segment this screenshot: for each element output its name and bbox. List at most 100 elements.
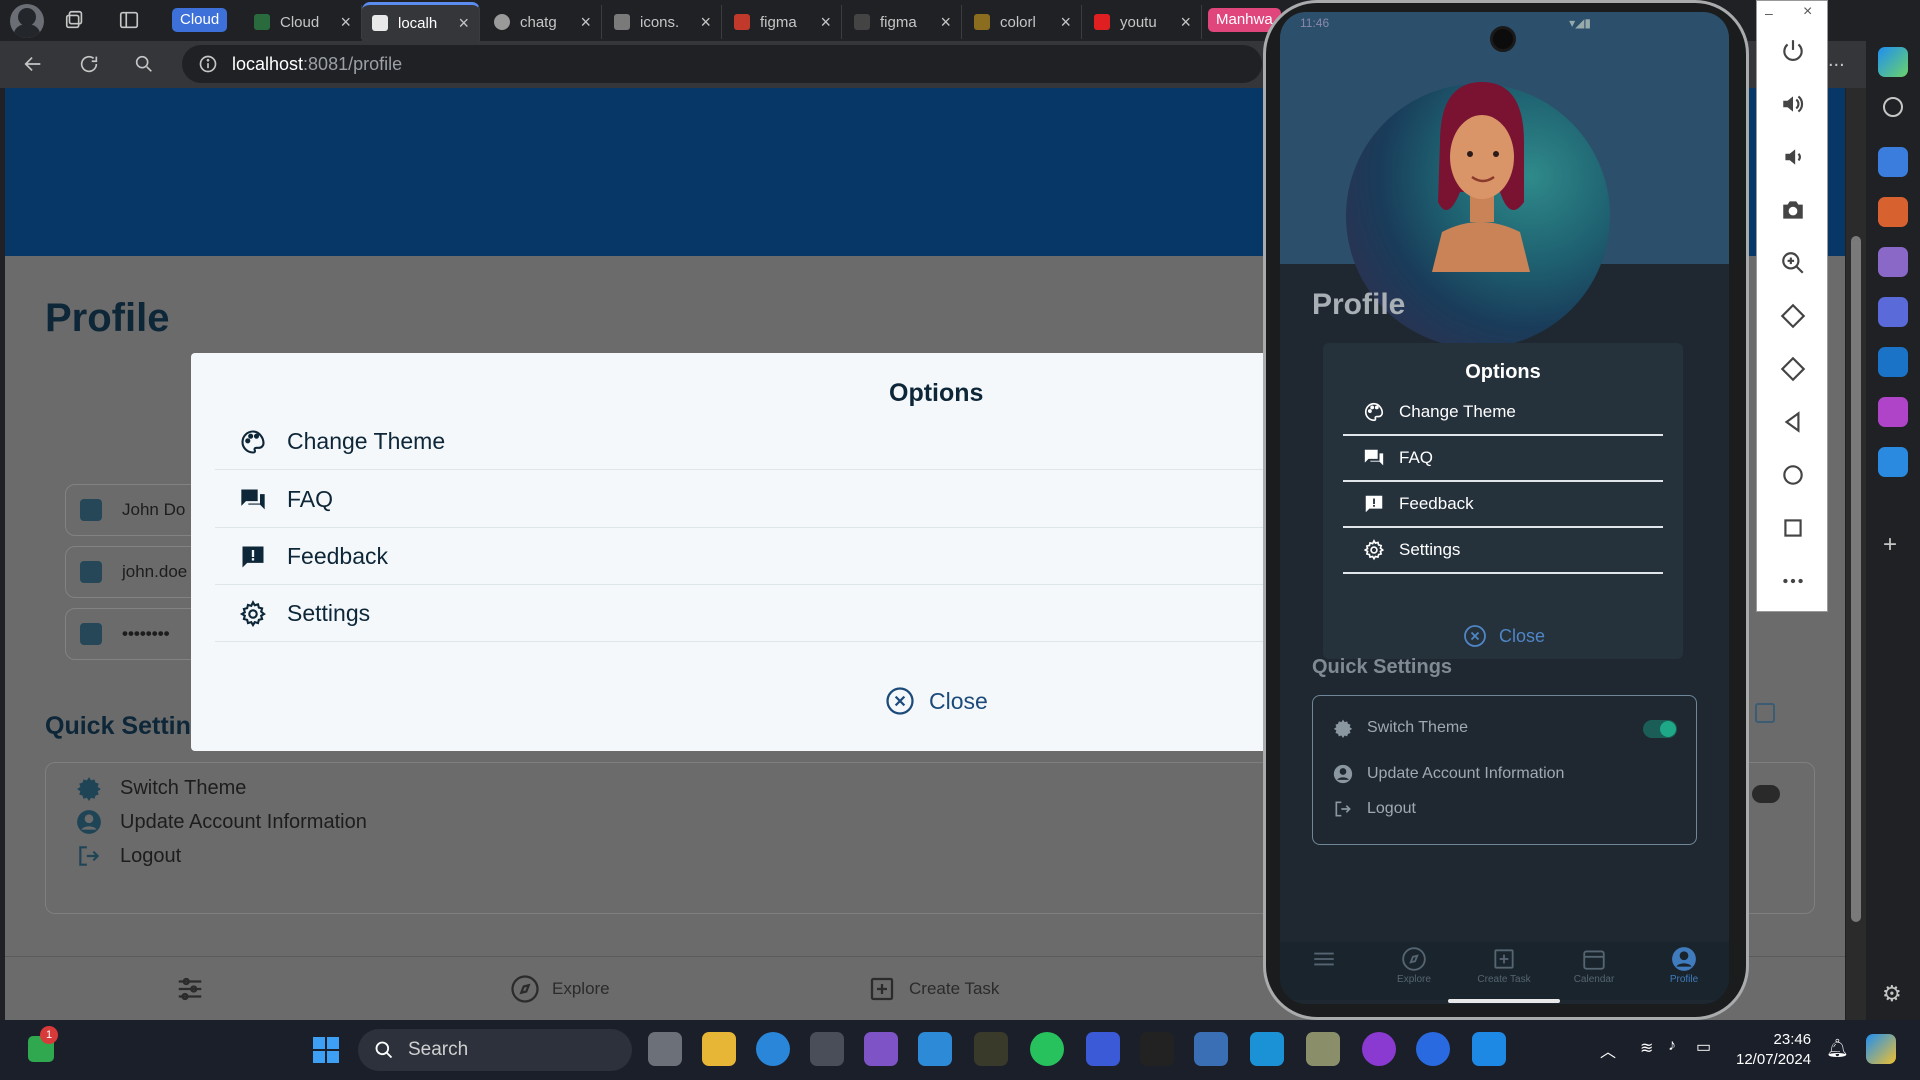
close-tab-icon[interactable]: × [340,12,351,33]
feedback-option[interactable]: Feedback [215,529,1291,585]
more-icon[interactable] [1757,555,1829,607]
notifications-bell-icon[interactable]: 🔔︎ [1826,1038,1849,1059]
reload-icon[interactable] [78,53,100,75]
nav-create-task[interactable]: Create Task [1464,946,1544,985]
taskbar-search[interactable]: Search [358,1029,632,1071]
browser-profile-avatar[interactable] [10,4,44,38]
back-icon[interactable] [1757,396,1829,448]
tray-chevron-icon[interactable]: ︿ [1600,1038,1616,1062]
close-tab-icon[interactable]: × [1060,12,1071,33]
close-tab-icon[interactable]: × [940,12,951,33]
home-indicator[interactable] [1448,999,1560,1003]
app-store-icon[interactable] [1416,1032,1450,1066]
close-button[interactable]: Close [885,686,988,716]
edit-icon[interactable] [1755,703,1775,723]
tab-localhost[interactable]: localh × [362,2,480,41]
tab-colors[interactable]: colorl × [964,5,1082,39]
volume-icon[interactable]: ♪ [1668,1037,1676,1055]
microsoft-365-icon[interactable] [1878,297,1908,327]
emulator-app-icon[interactable] [1472,1032,1506,1066]
close-tab-icon[interactable]: × [700,12,711,33]
tab-icons[interactable]: icons. × [604,5,722,39]
add-sidebar-app-icon[interactable]: + [1883,531,1897,559]
nav-filters[interactable] [1284,946,1364,974]
close-tab-icon[interactable]: × [1180,12,1191,33]
clock[interactable]: 23:46 12/07/2024 [1736,1030,1811,1070]
emulator-close[interactable]: × [1803,3,1812,21]
home-icon[interactable] [1757,449,1829,501]
camera-icon[interactable] [1757,184,1829,236]
unity-icon[interactable] [810,1032,844,1066]
volume-down-icon[interactable] [1757,131,1829,183]
nineteen-app-icon[interactable] [1250,1032,1284,1066]
update-account-row[interactable]: Update Account Information [76,809,367,835]
task-view-icon[interactable] [648,1032,682,1066]
media-player-icon[interactable] [1362,1032,1396,1066]
volume-up-icon[interactable] [1757,78,1829,130]
tab-group-label[interactable]: Cloud [172,8,228,32]
close-tab-icon[interactable]: × [820,12,831,33]
game-icon[interactable] [1140,1032,1174,1066]
scrollbar-thumb[interactable] [1851,236,1861,922]
search-icon[interactable] [1883,97,1903,117]
tab-figma-1[interactable]: figma × [724,5,842,39]
tab-create-task[interactable]: Create Task [867,957,999,1020]
change-theme-option[interactable]: Change Theme [1343,390,1663,436]
theme-toggle[interactable] [1752,785,1780,803]
workspaces-icon[interactable] [64,9,86,31]
tab-chatgpt[interactable]: chatg × [484,5,602,39]
close-tab-icon[interactable]: × [580,12,591,33]
faq-option[interactable]: FAQ [1343,436,1663,482]
change-theme-option[interactable]: Change Theme [215,414,1291,470]
start-icon[interactable] [312,1036,340,1064]
battery-icon[interactable]: ▭ [1696,1037,1711,1057]
logout-row[interactable]: Logout [76,843,181,869]
tab-cloud[interactable]: Cloud × [244,5,362,39]
rotate-right-icon[interactable] [1757,343,1829,395]
maps-app-icon[interactable] [1306,1032,1340,1066]
sidebar-settings-icon[interactable]: ⚙ [1882,981,1902,1007]
vscode-icon[interactable] [918,1032,952,1066]
rotate-left-icon[interactable] [1757,290,1829,342]
visual-studio-icon[interactable] [864,1032,898,1066]
address-bar[interactable]: localhost:8081/profile [182,45,1262,83]
tab-youtube[interactable]: youtu × [1084,5,1202,39]
page-scrollbar[interactable] [1846,88,1866,1020]
copilot-icon[interactable] [1878,47,1908,77]
nfs-game-icon[interactable] [974,1032,1008,1066]
settings-option[interactable]: Settings [215,586,1291,642]
file-explorer-icon[interactable] [702,1032,736,1066]
theme-toggle[interactable] [1643,720,1677,738]
close-tab-icon[interactable]: × [458,13,469,34]
feedback-option[interactable]: Feedback [1343,482,1663,528]
nav-profile[interactable]: Profile [1644,946,1724,985]
site-info-icon[interactable] [198,54,218,74]
logout-row[interactable]: Logout [1333,799,1416,819]
nav-explore[interactable]: Explore [1374,946,1454,985]
send-icon[interactable] [1878,447,1908,477]
shopping-tag-icon[interactable] [1878,147,1908,177]
settings-option[interactable]: Settings [1343,528,1663,574]
back-icon[interactable] [22,53,44,75]
switch-theme-row[interactable]: Switch Theme [76,775,246,801]
tab-explore[interactable]: Explore [510,957,610,1020]
emulator-minimize[interactable]: – [1765,5,1773,21]
edge-icon[interactable] [756,1032,790,1066]
overview-icon[interactable] [1757,502,1829,554]
search-icon[interactable] [133,53,155,75]
games-icon[interactable] [1878,247,1908,277]
browser-menu-button[interactable]: ... [1828,49,1845,72]
close-button[interactable]: Close [1463,624,1545,648]
outlook-icon[interactable] [1878,347,1908,377]
nav-calendar[interactable]: Calendar [1554,946,1634,985]
faq-option[interactable]: FAQ [215,472,1291,528]
whatsapp-icon[interactable] [1030,1032,1064,1066]
wifi-icon[interactable]: ≋ [1640,1038,1653,1058]
update-account-row[interactable]: Update Account Information [1333,764,1564,784]
android-studio-icon[interactable] [1086,1032,1120,1066]
tab-filters[interactable] [175,957,217,1020]
zoom-icon[interactable] [1757,237,1829,289]
power-icon[interactable] [1757,25,1829,77]
designer-icon[interactable] [1878,397,1908,427]
copilot-taskbar-icon[interactable] [1866,1034,1896,1064]
